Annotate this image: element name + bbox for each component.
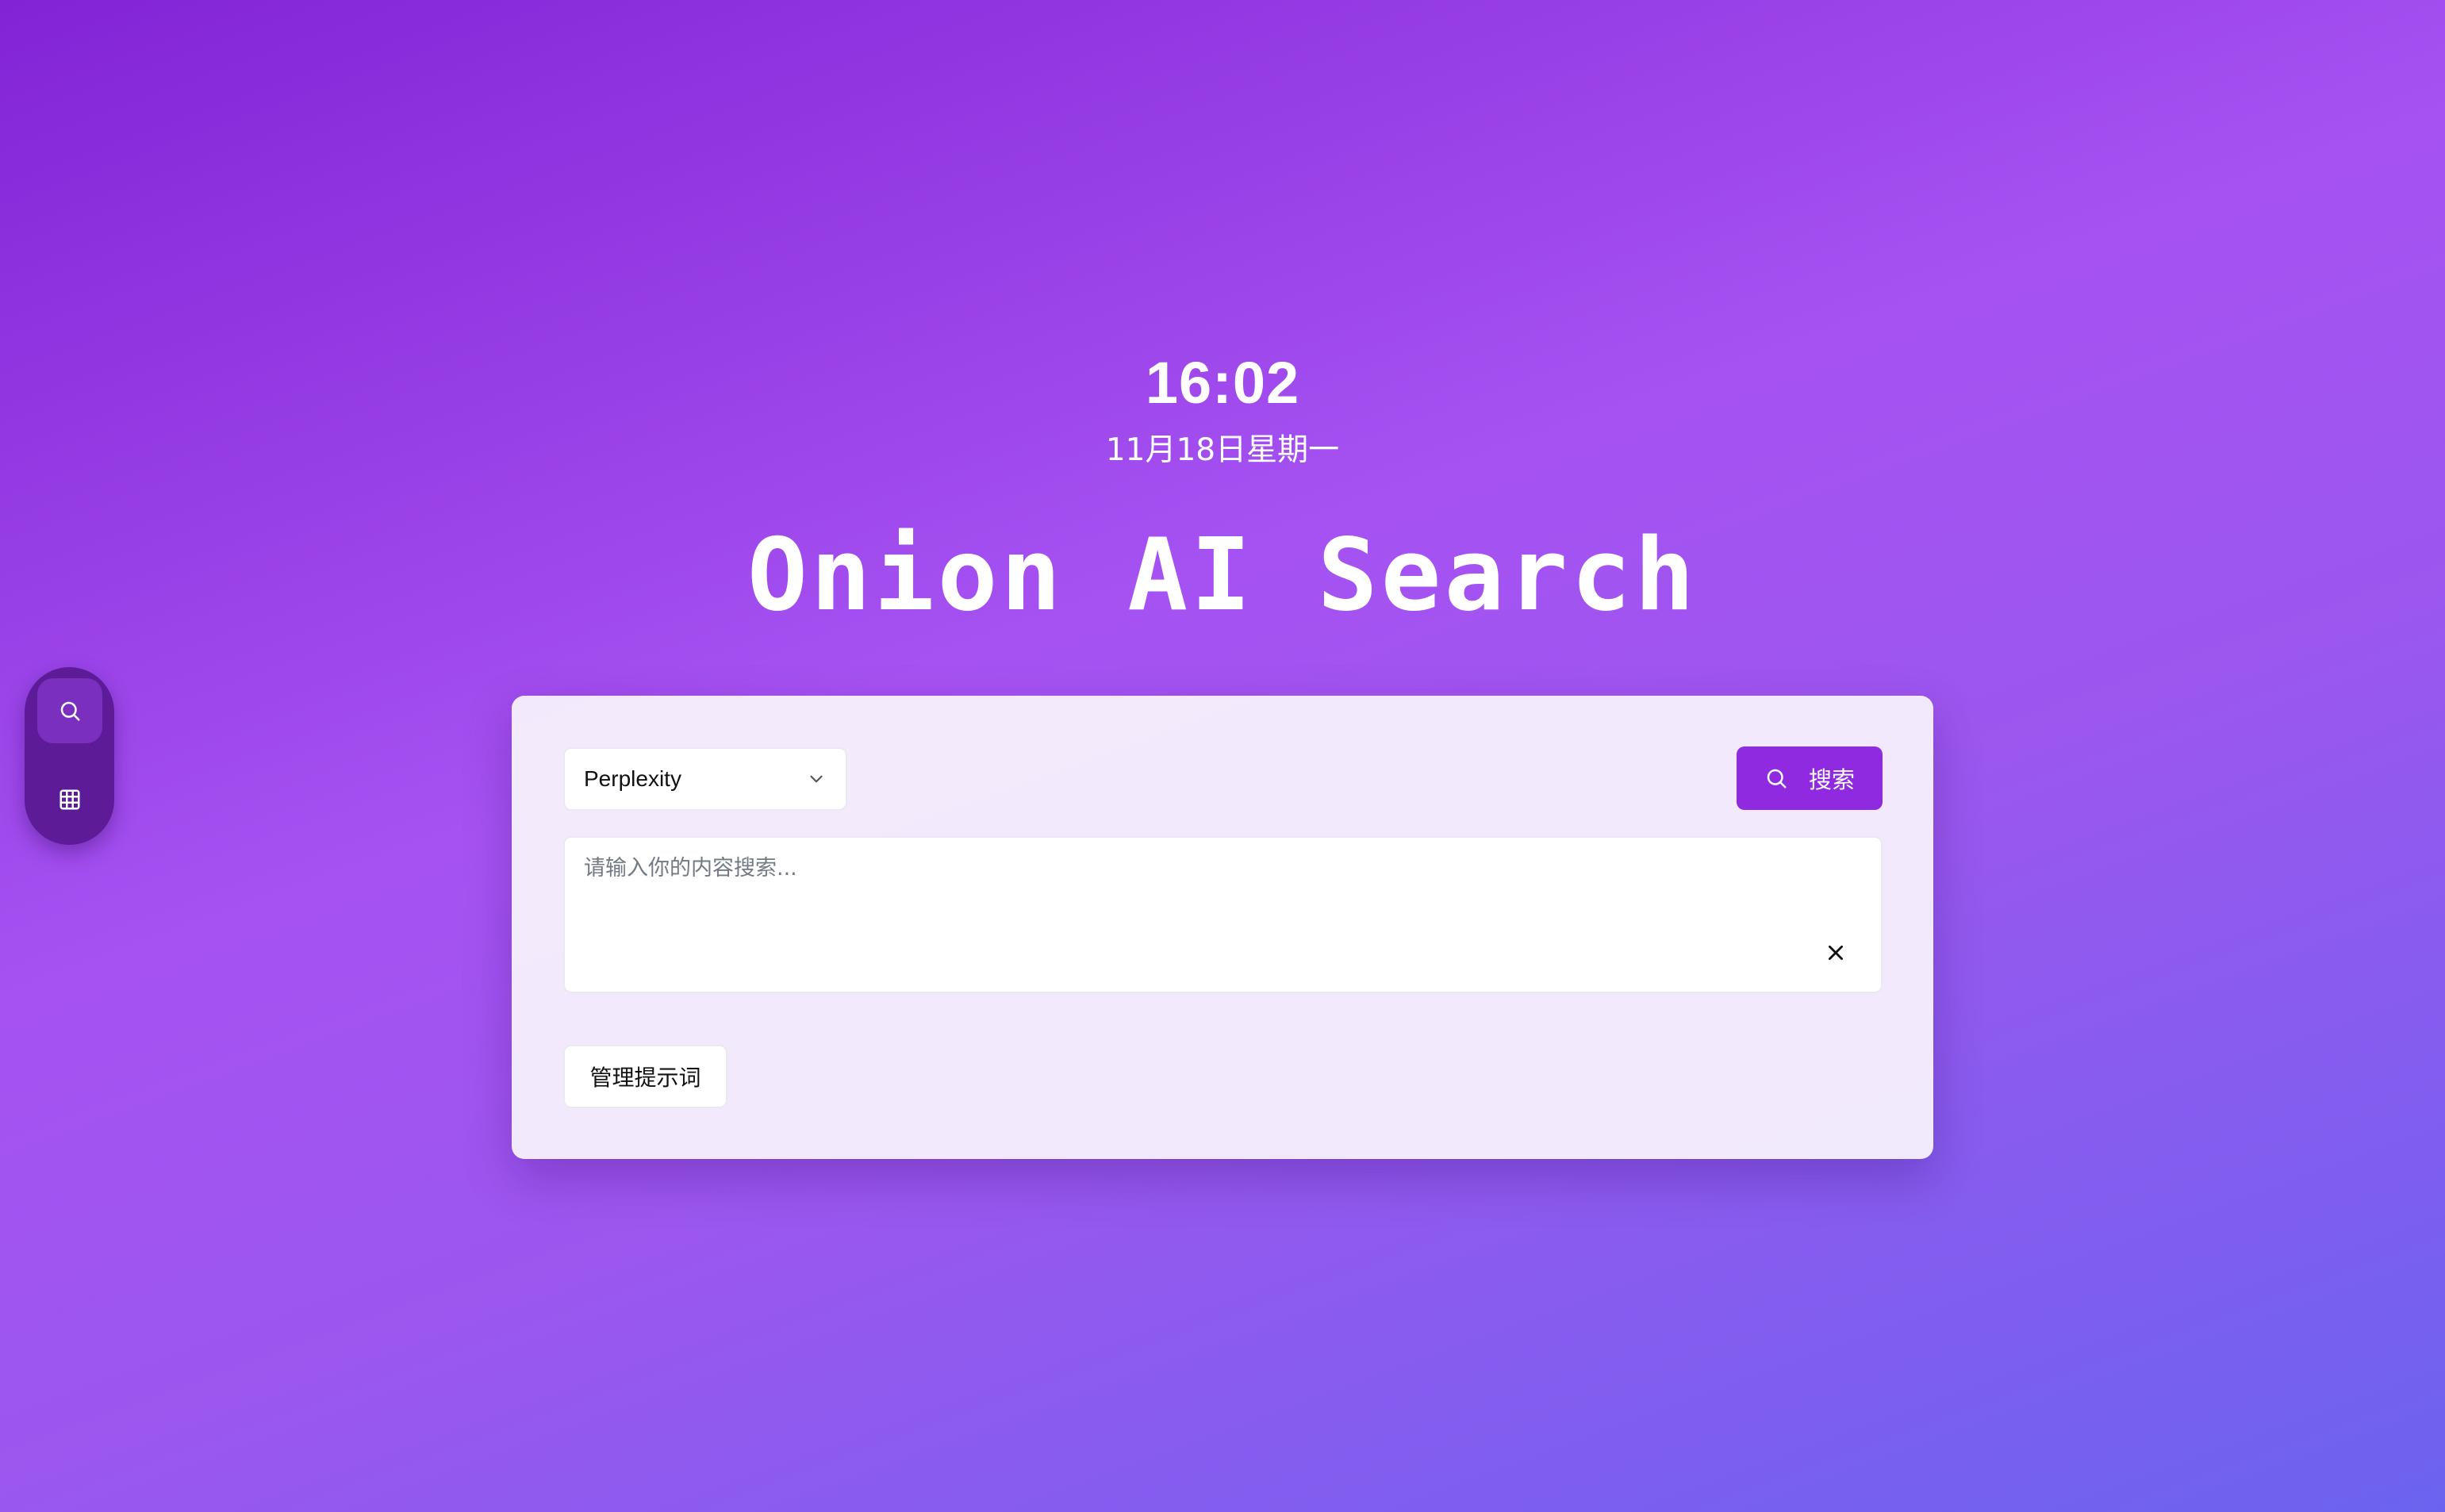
search-card: Perplexity 搜索 管理提示词 — [512, 696, 1933, 1159]
manage-prompts-button[interactable]: 管理提示词 — [563, 1045, 727, 1108]
close-icon — [1829, 946, 1843, 960]
search-button-label: 搜索 — [1808, 766, 1855, 793]
engine-select[interactable]: Perplexity — [563, 747, 847, 811]
page-title: Onion AI Search — [747, 516, 1698, 633]
engine-select-value: Perplexity — [584, 766, 681, 791]
dock-search-button[interactable] — [36, 678, 102, 743]
search-button[interactable]: 搜索 — [1737, 746, 1883, 810]
clock-date: 11月18日星期一 — [1105, 432, 1340, 468]
grid-icon — [59, 789, 79, 810]
dock-grid-button[interactable] — [37, 767, 102, 832]
side-dock — [25, 667, 114, 845]
search-icon — [1767, 769, 1787, 789]
search-icon — [60, 701, 79, 721]
chevron-down-icon — [810, 775, 823, 783]
search-input[interactable] — [565, 838, 1881, 992]
clear-button[interactable] — [1822, 939, 1849, 966]
clock-time: 16:02 — [1145, 350, 1300, 416]
query-box — [563, 836, 1883, 993]
